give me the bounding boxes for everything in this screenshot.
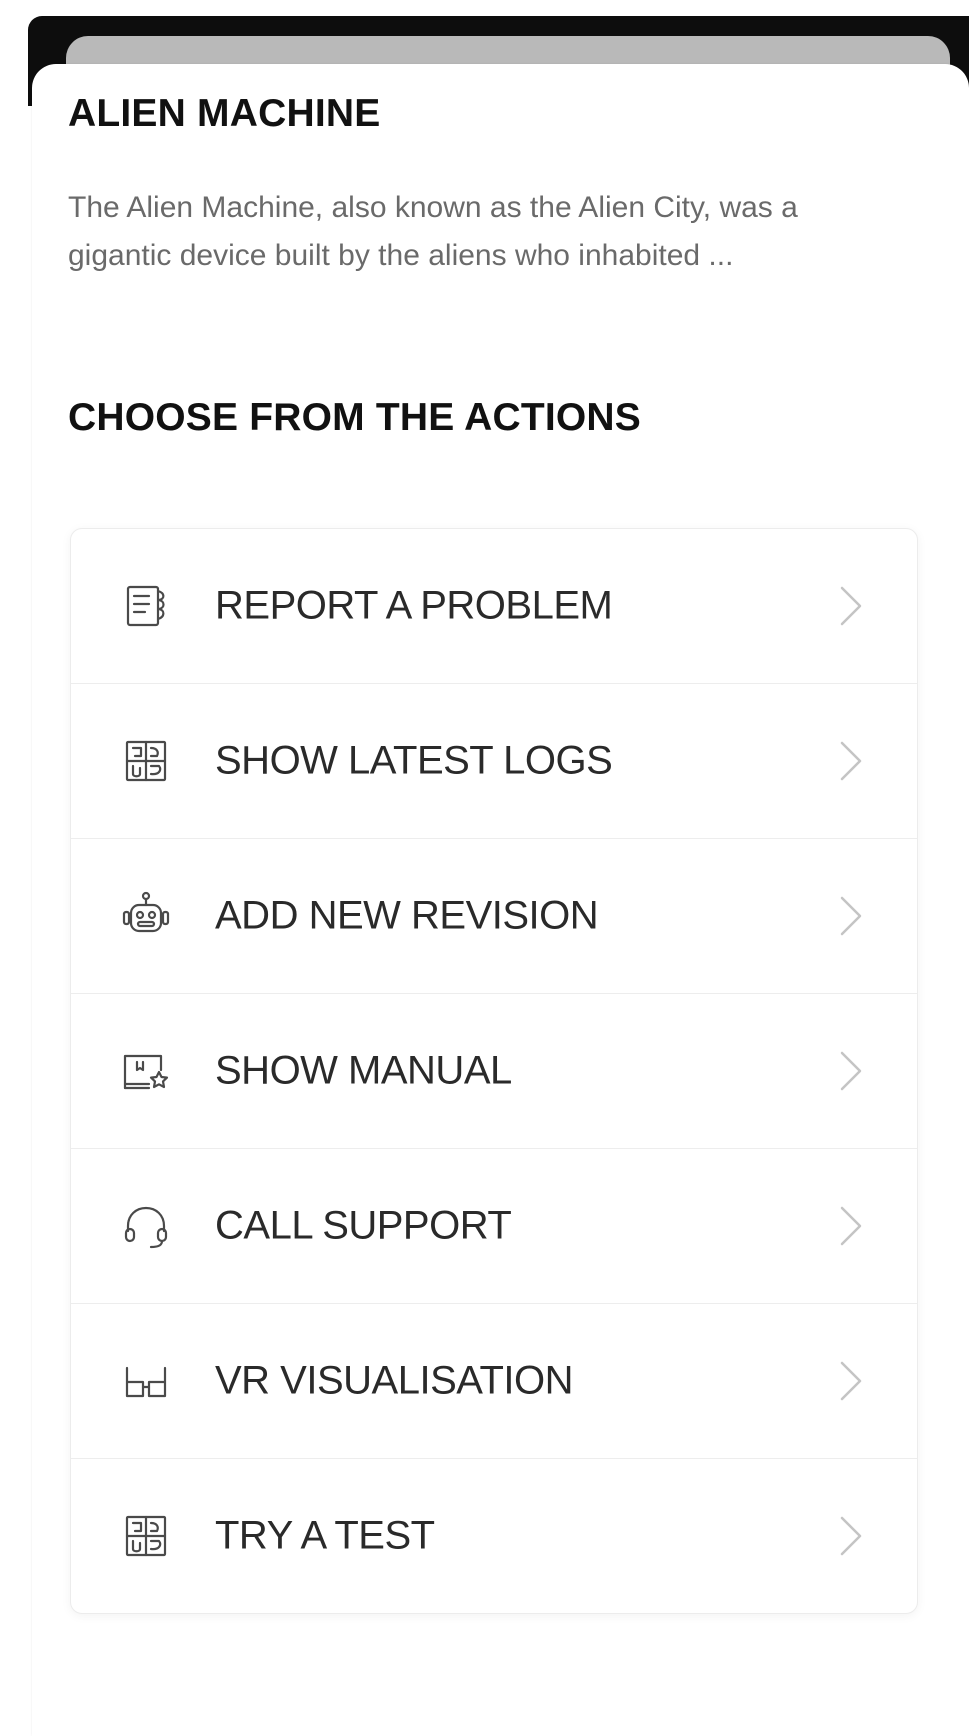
chevron-right-icon [837, 1202, 865, 1250]
chevron-right-icon [837, 1047, 865, 1095]
action-label: ADD NEW REVISION [215, 893, 599, 938]
chevron-right-icon [837, 582, 865, 630]
action-label: SHOW MANUAL [215, 1048, 512, 1093]
action-call-support[interactable]: CALL SUPPORT [71, 1149, 917, 1304]
manual-icon [119, 1044, 173, 1098]
chevron-right-icon [837, 1357, 865, 1405]
action-show-latest-logs[interactable]: SHOW LATEST LOGS [71, 684, 917, 839]
logs-icon [119, 734, 173, 788]
action-label: CALL SUPPORT [215, 1203, 512, 1248]
actions-list: REPORT A PROBLEM SHOW LATEST LOGS ADD NE… [70, 528, 918, 1614]
chevron-right-icon [837, 892, 865, 940]
vr-glasses-icon [119, 1354, 173, 1408]
action-label: SHOW LATEST LOGS [215, 738, 613, 783]
action-show-manual[interactable]: SHOW MANUAL [71, 994, 917, 1149]
action-add-new-revision[interactable]: ADD NEW REVISION [71, 839, 917, 994]
device-title: ALIEN MACHINE [68, 92, 381, 135]
action-label: VR VISUALISATION [215, 1358, 574, 1403]
robot-icon [119, 889, 173, 943]
action-label: TRY A TEST [215, 1513, 435, 1558]
chevron-right-icon [837, 1512, 865, 1560]
screen: ALIEN MACHINE The Alien Machine, also kn… [0, 0, 969, 1736]
headset-icon [119, 1199, 173, 1253]
action-vr-visualisation[interactable]: VR VISUALISATION [71, 1304, 917, 1459]
report-icon [119, 579, 173, 633]
action-report-a-problem[interactable]: REPORT A PROBLEM [71, 529, 917, 684]
test-icon [119, 1509, 173, 1563]
chevron-right-icon [837, 737, 865, 785]
action-label: REPORT A PROBLEM [215, 583, 613, 628]
actions-heading: CHOOSE FROM THE ACTIONS [68, 396, 641, 439]
device-description: The Alien Machine, also known as the Ali… [68, 191, 798, 272]
action-try-a-test[interactable]: TRY A TEST [71, 1459, 917, 1613]
